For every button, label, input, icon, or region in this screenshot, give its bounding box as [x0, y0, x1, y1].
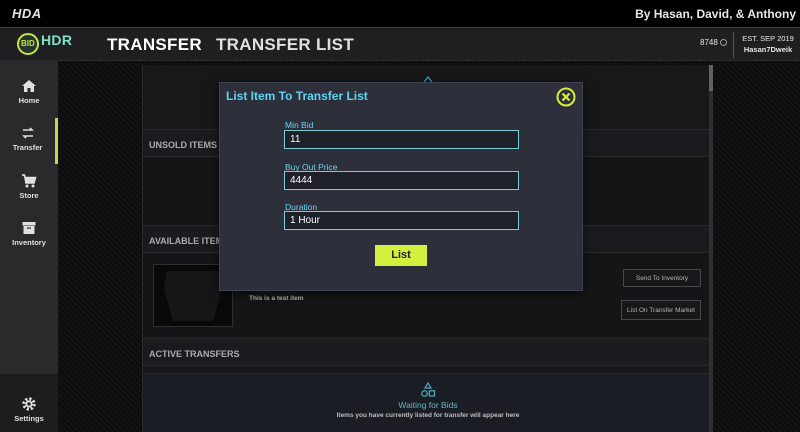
duration-input[interactable] — [284, 211, 519, 230]
est-date: EST. SEP 2019 — [742, 34, 794, 43]
dialog-title: List Item To Transfer List — [226, 89, 368, 103]
sidebar-item-label: Store — [19, 191, 39, 200]
home-icon — [22, 80, 36, 92]
app-title: HDA — [12, 6, 42, 21]
buyout-price-input[interactable] — [284, 171, 519, 190]
sidebar-item-label: Home — [18, 96, 40, 105]
inventory-icon — [22, 222, 36, 234]
logo[interactable]: BID HDR — [17, 30, 72, 58]
header-bar: BID HDR TRANSFER TRANSFER LIST 8748 EST.… — [0, 28, 800, 61]
sidebar-item-inventory[interactable]: Inventory — [0, 213, 58, 259]
settings-label: Settings — [14, 414, 44, 423]
title-bar: HDA By Hasan, David, & Anthony — [0, 0, 800, 28]
page-title: TRANSFER LIST — [216, 35, 355, 54]
min-bid-input[interactable] — [284, 130, 519, 149]
sidebar-item-transfer[interactable]: Transfer — [0, 118, 58, 164]
coin-icon — [720, 39, 727, 46]
logo-badge: BID — [17, 33, 39, 55]
sidebar-item-home[interactable]: Home — [0, 71, 58, 117]
sidebar-item-settings[interactable]: Settings — [0, 374, 58, 432]
header-divider — [733, 32, 734, 58]
close-icon[interactable] — [556, 87, 576, 107]
app-window: HDA By Hasan, David, & Anthony BID HDR T… — [0, 0, 800, 432]
username: Hasan7Dweik — [743, 45, 793, 54]
logo-text: HDR — [41, 32, 73, 48]
cart-icon — [22, 174, 37, 188]
transfer-icon — [21, 127, 34, 139]
logo-badge-text: BID — [21, 39, 35, 48]
list-item-dialog: List Item To Transfer List Min Bid Buy O… — [219, 82, 583, 291]
sidebar-item-store[interactable]: Store — [0, 166, 58, 212]
account-info[interactable]: EST. SEP 2019 Hasan7Dweik — [740, 33, 796, 55]
gear-icon — [22, 397, 36, 411]
sidebar-item-label: Inventory — [12, 238, 46, 247]
coin-balance: 8748 — [700, 38, 718, 47]
sidebar-item-label: Transfer — [12, 143, 43, 152]
nav-transfer[interactable]: TRANSFER — [107, 35, 202, 55]
credits-text: By Hasan, David, & Anthony — [635, 7, 796, 21]
min-bid-label: Min Bid — [285, 120, 314, 130]
list-button[interactable]: List — [375, 245, 427, 266]
